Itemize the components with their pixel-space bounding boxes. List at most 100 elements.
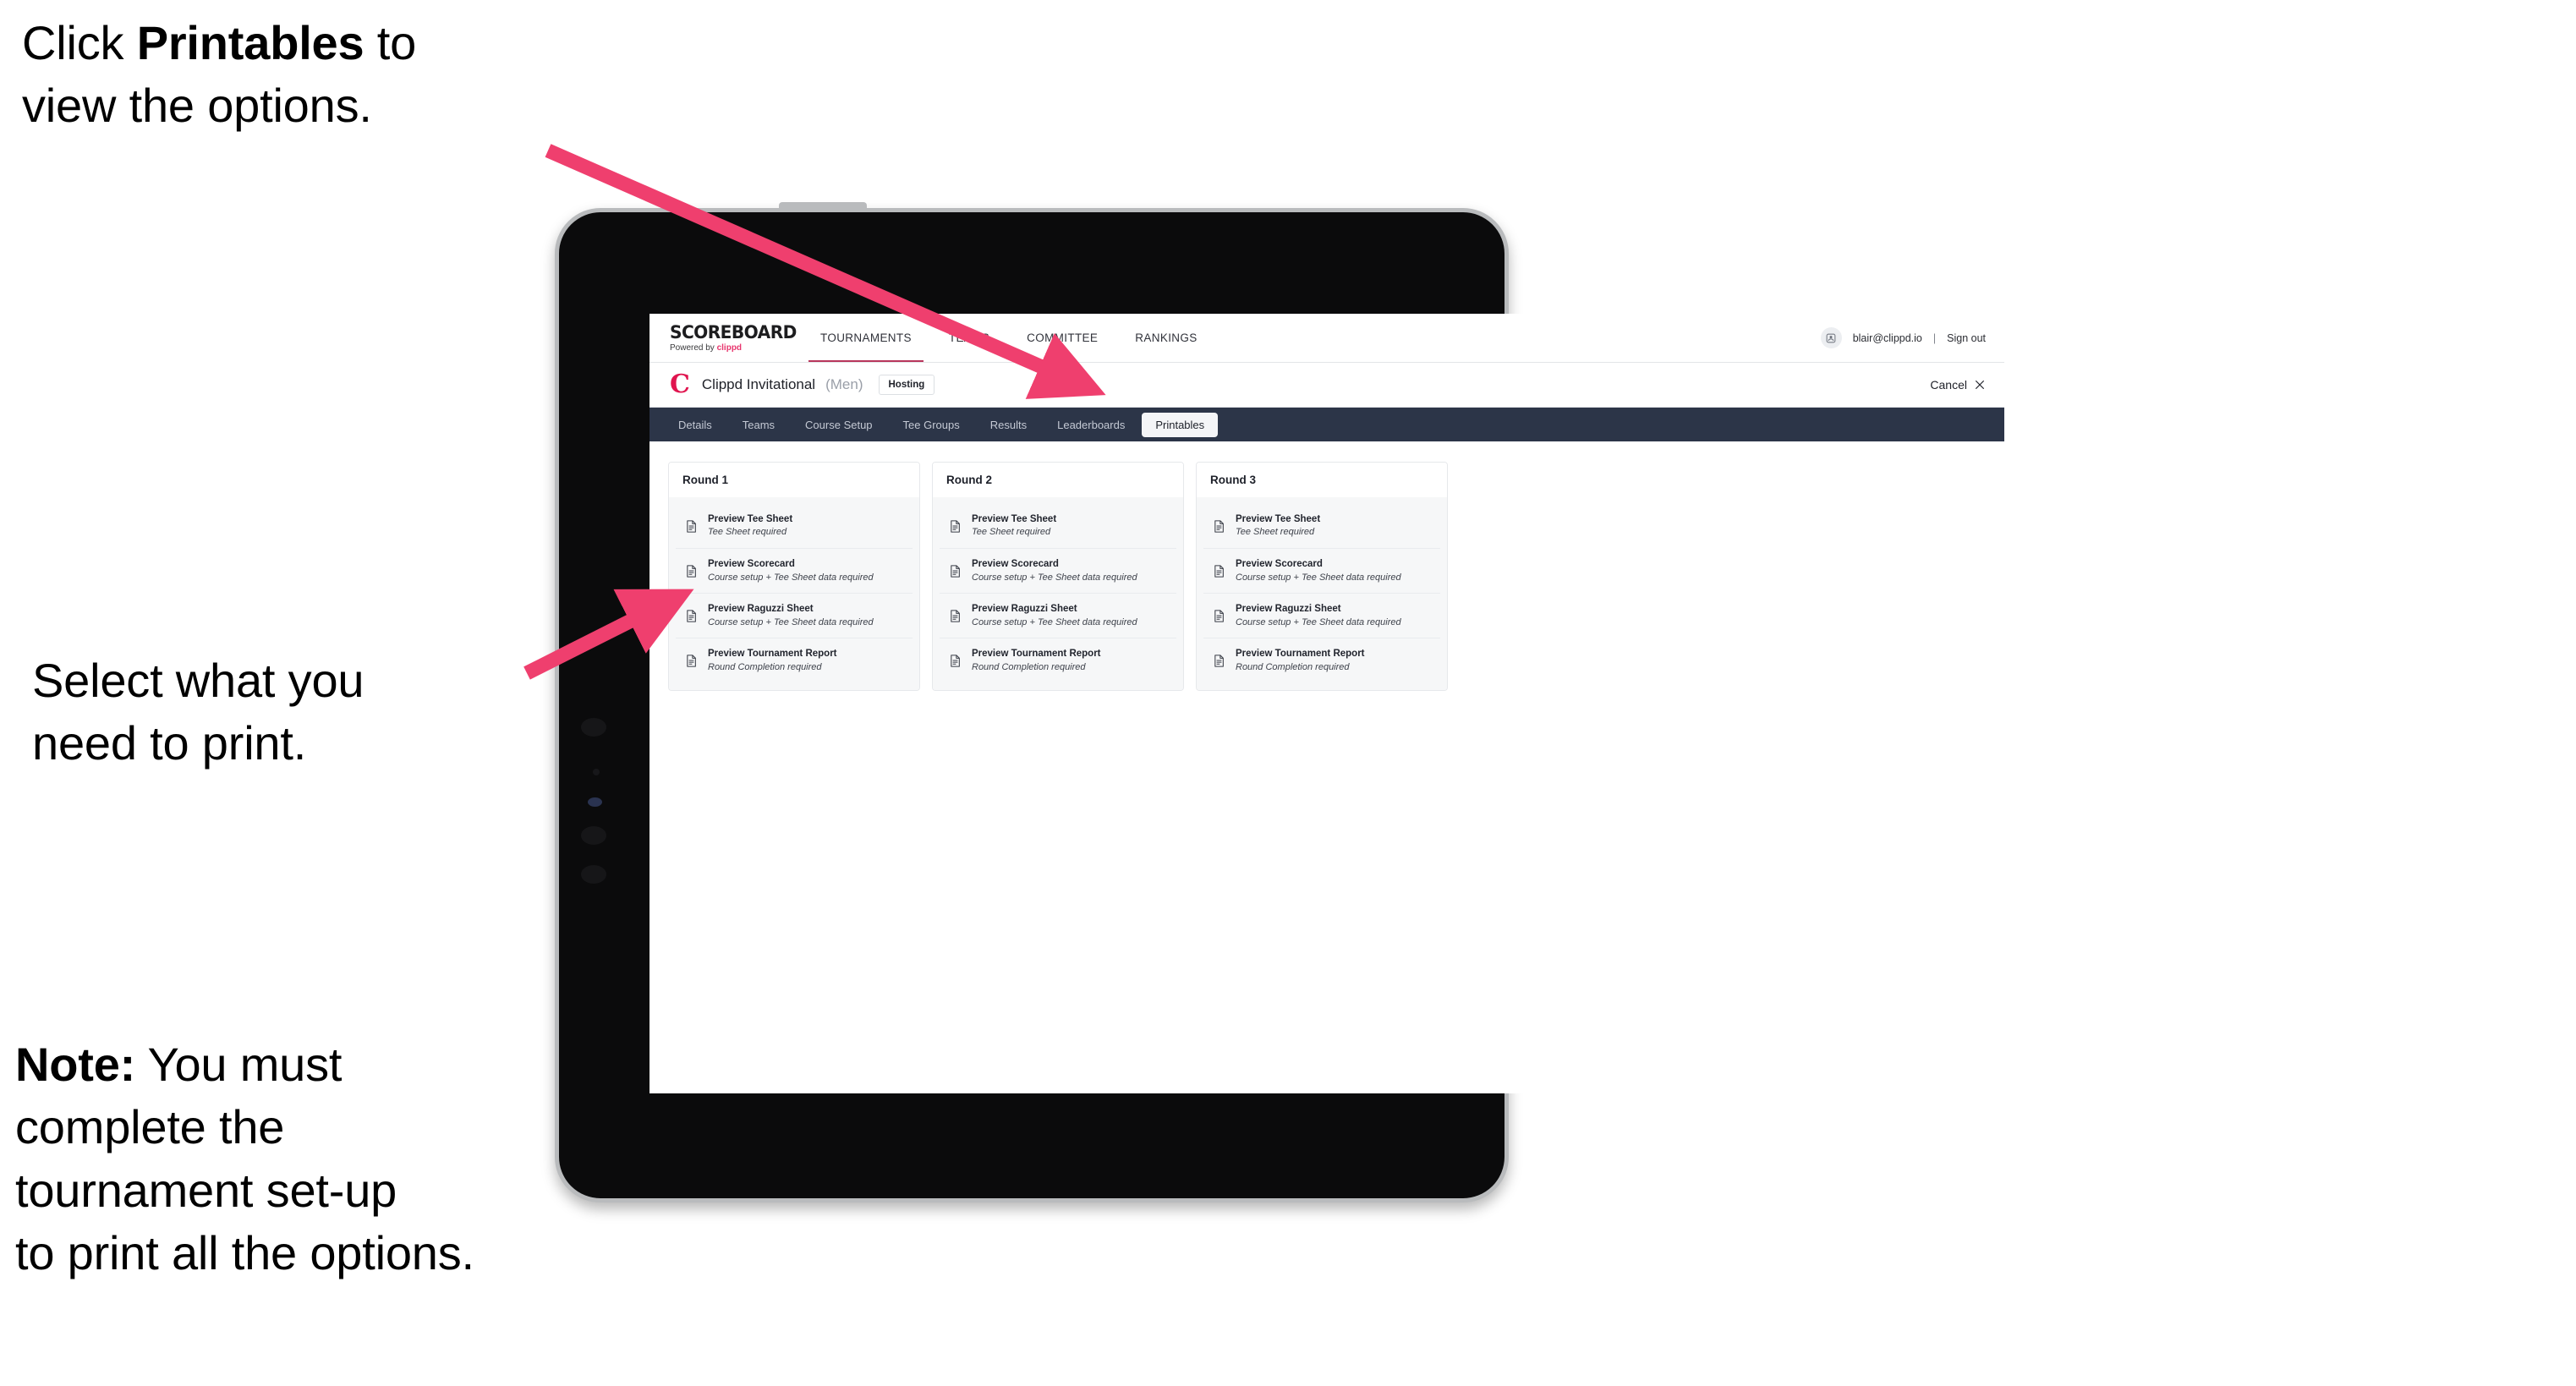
nav-item-teams[interactable]: TEAMS — [930, 314, 1008, 362]
printable-item-title: Preview Raguzzi Sheet — [972, 604, 1077, 615]
app-top-bar: SCOREBOARD Powered by clippd TOURNAMENTS… — [649, 314, 2004, 363]
speaker-port-icon-2 — [581, 865, 606, 884]
printable-item-title: Preview Tee Sheet — [1236, 514, 1321, 524]
round-items: Preview Tee Sheet Tee Sheet required Previ… — [669, 497, 919, 690]
document-icon — [684, 609, 699, 623]
printable-item-text: Preview Raguzzi Sheet Course setup + Tee … — [708, 603, 874, 628]
tab-details[interactable]: Details — [665, 413, 726, 437]
printable-item-text: Preview Tournament Report Round Completio… — [972, 648, 1101, 673]
printable-item[interactable]: Preview Tee Sheet Tee Sheet required — [940, 504, 1176, 550]
caption-click-pre: Click — [22, 16, 137, 69]
printable-item-requirement: Course setup + Tee Sheet data required — [972, 616, 1137, 627]
tournament-name: Clippd Invitational — [701, 376, 816, 392]
tab-course-setup[interactable]: Course Setup — [792, 413, 886, 437]
status-badge: Hosting — [878, 375, 935, 395]
document-icon — [684, 564, 699, 578]
printable-item[interactable]: Preview Scorecard Course setup + Tee Shee… — [676, 549, 913, 594]
printable-item-requirement: Tee Sheet required — [972, 527, 1051, 538]
tab-leaderboards[interactable]: Leaderboards — [1044, 413, 1138, 437]
document-icon — [948, 609, 962, 623]
document-icon — [948, 519, 962, 534]
document-icon — [1212, 519, 1226, 534]
user-email: blair@clippd.io — [1852, 331, 1922, 344]
printable-item[interactable]: Preview Tournament Report Round Completio… — [1203, 638, 1440, 682]
printable-item-title: Preview Tournament Report — [1236, 649, 1365, 660]
camera-icon — [581, 718, 606, 737]
printable-item[interactable]: Preview Raguzzi Sheet Course setup + Tee … — [940, 594, 1176, 639]
printable-item-text: Preview Raguzzi Sheet Course setup + Tee … — [972, 603, 1137, 628]
nav-item-rankings[interactable]: RANKINGS — [1116, 314, 1215, 362]
printable-item[interactable]: Preview Tee Sheet Tee Sheet required — [676, 504, 913, 550]
tab-results[interactable]: Results — [977, 413, 1040, 437]
printable-item-requirement: Course setup + Tee Sheet data required — [708, 572, 874, 583]
document-icon — [1212, 654, 1226, 668]
caption-note-label: Note: — [15, 1038, 136, 1091]
clippd-logo-mark: C — [670, 370, 690, 399]
printable-item-text: Preview Tournament Report Round Completio… — [708, 648, 837, 673]
cancel-label: Cancel — [1930, 378, 1967, 392]
printable-item-text: Preview Tee Sheet Tee Sheet required — [1236, 513, 1320, 539]
printable-item-title: Preview Scorecard — [1236, 559, 1323, 570]
printable-item[interactable]: Preview Raguzzi Sheet Course setup + Tee … — [1203, 594, 1440, 639]
cancel-button[interactable]: Cancel — [1930, 378, 1986, 392]
caption-printables-bold: Printables — [136, 16, 364, 69]
sign-out-link[interactable]: Sign out — [1947, 332, 1986, 344]
printable-item[interactable]: Preview Tee Sheet Tee Sheet required — [1203, 504, 1440, 550]
printable-item-requirement: Round Completion required — [972, 661, 1086, 672]
caption-click-printables: Click Printables to view the options. — [22, 12, 563, 138]
printable-item-requirement: Course setup + Tee Sheet data required — [708, 616, 874, 627]
printable-item[interactable]: Preview Scorecard Course setup + Tee Shee… — [940, 549, 1176, 594]
close-icon — [1976, 381, 1984, 389]
tablet-volume-button[interactable] — [779, 202, 867, 212]
user-area: blair@clippd.io | Sign out — [1820, 314, 1986, 362]
printable-item-requirement: Course setup + Tee Sheet data required — [972, 572, 1137, 583]
section-tab-strip: Details Teams Course Setup Tee Groups Re… — [649, 408, 2004, 441]
user-avatar-icon[interactable] — [1820, 327, 1842, 348]
sensor-dot-icon — [593, 769, 600, 775]
tablet-device: SCOREBOARD Powered by clippd TOURNAMENTS… — [555, 202, 2004, 1202]
round-items: Preview Tee Sheet Tee Sheet required Previ… — [1197, 497, 1447, 690]
nav-item-committee[interactable]: COMMITTEE — [1008, 314, 1116, 362]
printable-item-title: Preview Tournament Report — [708, 649, 837, 660]
printable-item-text: Preview Scorecard Course setup + Tee Shee… — [1236, 558, 1401, 583]
round-items: Preview Tee Sheet Tee Sheet required Previ… — [933, 497, 1183, 690]
printables-panel: Round 1 Preview Tee Sheet Tee Sheet requir… — [649, 441, 2004, 1093]
round-card: Round 2 Preview Tee Sheet Tee Sheet requir… — [932, 462, 1184, 691]
printable-item-title: Preview Scorecard — [708, 559, 795, 570]
printable-item-requirement: Round Completion required — [1236, 661, 1350, 672]
printable-item-title: Preview Tournament Report — [972, 649, 1101, 660]
round-grid: Round 1 Preview Tee Sheet Tee Sheet requir… — [668, 462, 1986, 691]
printable-item-title: Preview Raguzzi Sheet — [708, 604, 814, 615]
printable-item-title: Preview Tee Sheet — [708, 514, 793, 524]
printable-item-requirement: Tee Sheet required — [708, 527, 787, 538]
printable-item-title: Preview Scorecard — [972, 559, 1059, 570]
printable-item-text: Preview Scorecard Course setup + Tee Shee… — [972, 558, 1137, 583]
round-title: Round 1 — [669, 463, 919, 497]
printable-item-title: Preview Raguzzi Sheet — [1236, 604, 1341, 615]
printable-item-requirement: Course setup + Tee Sheet data required — [1236, 572, 1401, 583]
tab-teams[interactable]: Teams — [729, 413, 788, 437]
document-icon — [948, 654, 962, 668]
document-icon — [948, 564, 962, 578]
scoreboard-logo[interactable]: SCOREBOARD Powered by clippd — [670, 323, 797, 353]
document-icon — [1212, 609, 1226, 623]
scoreboard-tagline: Powered by clippd — [670, 342, 778, 353]
document-icon — [684, 519, 699, 534]
round-title: Round 2 — [933, 463, 1183, 497]
printable-item[interactable]: Preview Scorecard Course setup + Tee Shee… — [1203, 549, 1440, 594]
printable-item[interactable]: Preview Tournament Report Round Completio… — [940, 638, 1176, 682]
printable-item-text: Preview Tee Sheet Tee Sheet required — [972, 513, 1056, 539]
speaker-port-icon — [581, 826, 606, 845]
tab-printables[interactable]: Printables — [1142, 412, 1219, 437]
printable-item-text: Preview Tournament Report Round Completio… — [1236, 648, 1365, 673]
printable-item[interactable]: Preview Raguzzi Sheet Course setup + Tee … — [676, 594, 913, 639]
printable-item[interactable]: Preview Tournament Report Round Completio… — [676, 638, 913, 682]
document-icon — [1212, 564, 1226, 578]
document-icon — [684, 654, 699, 668]
printable-item-text: Preview Scorecard Course setup + Tee Shee… — [708, 558, 874, 583]
nav-item-tournaments[interactable]: TOURNAMENTS — [802, 314, 930, 362]
printable-item-text: Preview Tee Sheet Tee Sheet required — [708, 513, 792, 539]
printable-item-text: Preview Raguzzi Sheet Course setup + Tee … — [1236, 603, 1401, 628]
tagline-clippd: clippd — [716, 342, 743, 353]
tab-tee-groups[interactable]: Tee Groups — [890, 413, 973, 437]
